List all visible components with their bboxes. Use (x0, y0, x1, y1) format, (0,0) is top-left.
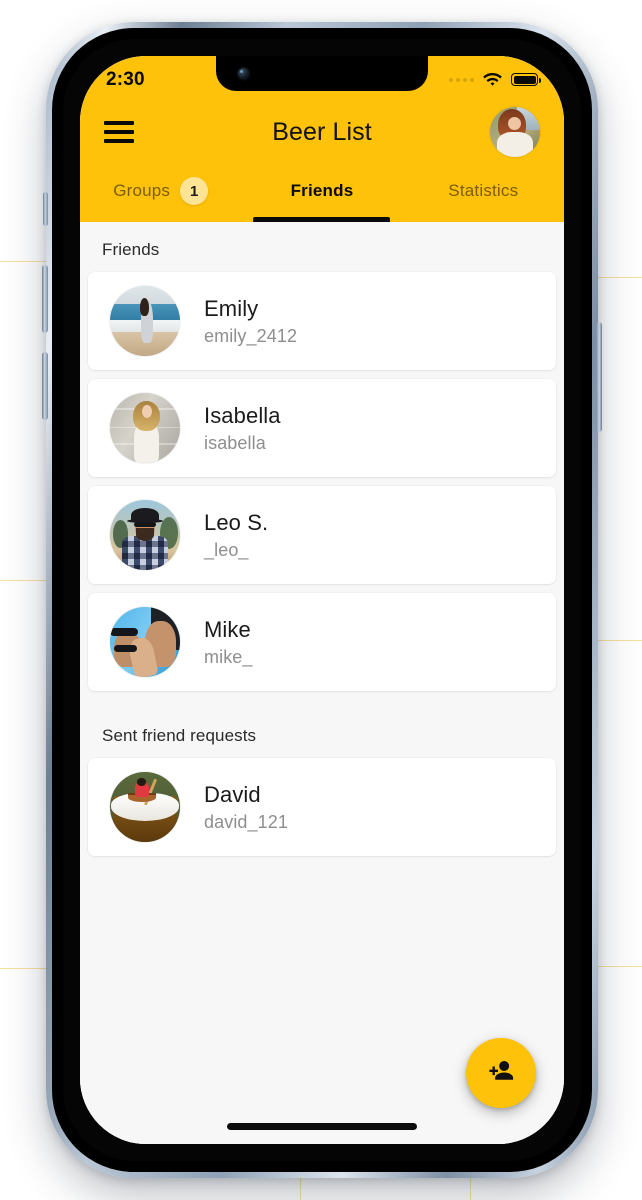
profile-avatar[interactable] (490, 107, 540, 157)
add-friend-button[interactable] (466, 1038, 536, 1108)
friend-username: _leo_ (204, 539, 249, 560)
list-item[interactable]: Mike mike_ (88, 593, 556, 691)
home-indicator[interactable] (227, 1123, 417, 1130)
section-header-sent-requests: Sent friend requests (80, 700, 564, 758)
person-add-icon (486, 1056, 516, 1091)
front-camera-icon (238, 68, 249, 79)
phone-frame: 2:30 Beer List Groups 1 Friends Statisti… (42, 22, 602, 1178)
tab-statistics[interactable]: Statistics (403, 164, 564, 222)
list-item-text: Emily emily_2412 (204, 296, 297, 347)
friend-name: Isabella (204, 402, 281, 428)
camera-lens-glint (240, 70, 243, 73)
signal-dots-icon (449, 77, 474, 82)
list-item[interactable]: David david_121 (88, 758, 556, 856)
section-header-friends: Friends (80, 222, 564, 272)
phone-inner-edge: 2:30 Beer List Groups 1 Friends Statisti… (52, 28, 592, 1172)
friend-username: david_121 (204, 811, 288, 832)
display-notch (216, 56, 428, 91)
status-bar-indicators (449, 72, 541, 87)
list-item-text: Mike mike_ (204, 617, 253, 668)
tab-bar: Groups 1 Friends Statistics (80, 164, 564, 222)
friend-name: David (204, 781, 261, 807)
tab-friends[interactable]: Friends (241, 164, 402, 222)
battery-full-icon (511, 73, 541, 86)
tab-friends-label: Friends (290, 181, 354, 200)
friend-username: emily_2412 (204, 325, 298, 346)
friend-name: Emily (204, 295, 259, 321)
app-root: 2:30 Beer List Groups 1 Friends Statisti… (80, 56, 564, 1144)
hamburger-menu-icon[interactable] (104, 121, 134, 143)
power-button[interactable] (596, 322, 602, 432)
list-item-text: David david_121 (204, 782, 288, 833)
tab-statistics-label: Statistics (448, 181, 519, 200)
phone-bezel: 2:30 Beer List Groups 1 Friends Statisti… (63, 39, 581, 1161)
friend-name: Mike (204, 616, 251, 642)
list-item[interactable]: Emily emily_2412 (88, 272, 556, 370)
app-bar: Beer List (80, 100, 564, 164)
groups-badge: 1 (180, 177, 209, 205)
list-item[interactable]: Leo S. _leo_ (88, 486, 556, 584)
list-item-text: Isabella isabella (204, 403, 281, 454)
friend-username: isabella (204, 432, 266, 453)
mike-avatar (110, 607, 180, 677)
list-item-text: Leo S. _leo_ (204, 510, 268, 561)
mute-switch[interactable] (43, 192, 48, 226)
tab-groups-label: Groups (113, 181, 171, 200)
friend-name: Leo S. (204, 509, 269, 535)
volume-down-button[interactable] (42, 352, 48, 420)
leo-avatar (110, 500, 180, 570)
list-item[interactable]: Isabella isabella (88, 379, 556, 477)
david-avatar (110, 772, 180, 842)
emily-avatar (110, 286, 180, 356)
friends-list-container[interactable]: Friends Emily emily_2412 Isabella isabel… (80, 222, 564, 1144)
wifi-icon (483, 72, 502, 87)
friend-username: mike_ (204, 646, 253, 667)
screenshot-canvas: 2:30 Beer List Groups 1 Friends Statisti… (0, 0, 642, 1200)
isabella-avatar (110, 393, 180, 463)
phone-screen: 2:30 Beer List Groups 1 Friends Statisti… (80, 56, 564, 1144)
tab-groups[interactable]: Groups 1 (80, 164, 241, 222)
status-bar-clock: 2:30 (106, 68, 145, 90)
volume-up-button[interactable] (42, 265, 48, 333)
